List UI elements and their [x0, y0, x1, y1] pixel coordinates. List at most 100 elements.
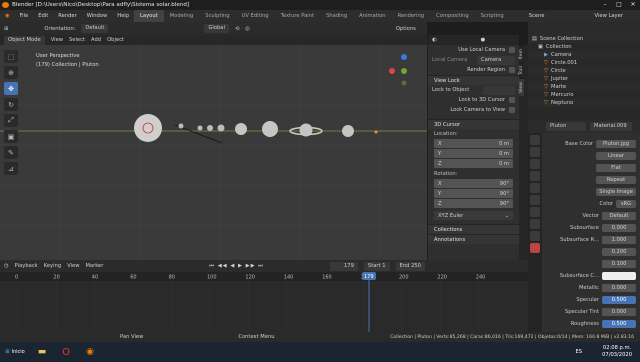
close-button[interactable]: ✕: [626, 0, 640, 10]
material-tab-icon[interactable]: [530, 243, 540, 253]
annotations-section[interactable]: Annotations: [428, 234, 519, 244]
scene-collection-row[interactable]: ▤ Scene Collection: [528, 35, 640, 43]
timeline-ruler[interactable]: 020406080100120140160180200220240 179: [0, 272, 528, 332]
maximize-button[interactable]: □: [612, 0, 626, 10]
mode-dropdown[interactable]: Object Mode: [4, 35, 45, 45]
start-frame-field[interactable]: Start 1: [363, 261, 390, 271]
menu-select[interactable]: Select: [69, 37, 85, 43]
tab-rendering[interactable]: Rendering: [392, 10, 431, 22]
transform-orientation-dropdown[interactable]: Global: [204, 24, 229, 33]
menu-add[interactable]: Add: [91, 37, 101, 43]
tab-item[interactable]: Item: [519, 45, 524, 63]
editor-type-icon[interactable]: ⊞: [4, 26, 8, 32]
tab-scripting[interactable]: Scripting: [475, 10, 510, 22]
interpolation-dropdown[interactable]: Linear: [596, 152, 636, 160]
view-lock-section[interactable]: View Lock: [428, 75, 519, 85]
cursor-rot-z[interactable]: Z 90°: [434, 199, 513, 208]
timeline-playback-menu[interactable]: Playback: [15, 263, 38, 269]
local-camera-field[interactable]: Camera: [477, 55, 515, 65]
collections-section[interactable]: Collections: [428, 224, 519, 234]
property-value[interactable]: 0.000: [602, 284, 636, 292]
scale-tool-icon[interactable]: ⤢: [4, 114, 18, 127]
property-value[interactable]: 0.100: [602, 260, 636, 268]
outliner-row[interactable]: ▽ Marte: [528, 83, 640, 91]
outliner-row[interactable]: ▽ Jupiter: [528, 75, 640, 83]
cursor-loc-z[interactable]: Z0 m: [434, 159, 513, 168]
cursor-loc-y[interactable]: Y0 m: [434, 149, 513, 158]
blender-menu-icon[interactable]: ◉: [0, 10, 15, 22]
end-frame-field[interactable]: End 250: [395, 261, 425, 271]
property-value[interactable]: 0.000: [602, 224, 636, 232]
cursor-loc-x[interactable]: X0 m: [434, 139, 513, 148]
outliner-row[interactable]: ▽ Circle: [528, 67, 640, 75]
proportional-edit-icon[interactable]: ◎: [245, 26, 250, 32]
annotate-tool-icon[interactable]: ✎: [4, 146, 18, 159]
outliner-row[interactable]: ▽ Mercurio: [528, 91, 640, 99]
rotate-tool-icon[interactable]: ↻: [4, 98, 18, 111]
clock[interactable]: 02:08 p.m. 07/03/2020: [602, 345, 632, 359]
opera-icon[interactable]: O: [54, 342, 78, 362]
outliner-row[interactable]: ▽ Circle.001: [528, 59, 640, 67]
playback-controls[interactable]: ⏮ ◀◀ ◀ ▶ ▶▶ ⏭: [209, 263, 264, 270]
timeline-marker-menu[interactable]: Marker: [85, 263, 103, 269]
property-value[interactable]: 0.500: [602, 320, 636, 328]
vector-field[interactable]: Default: [602, 212, 636, 220]
color-space-dropdown[interactable]: sRG: [616, 200, 636, 208]
menu-render[interactable]: Render: [53, 10, 81, 22]
render-tab-icon[interactable]: [530, 147, 540, 157]
3d-viewport[interactable]: [0, 45, 427, 260]
tab-layout[interactable]: Layout: [134, 10, 164, 22]
orientation-dropdown[interactable]: Default: [81, 24, 109, 33]
blender-icon[interactable]: ◉: [78, 342, 102, 362]
menu-edit[interactable]: Edit: [33, 10, 53, 22]
use-local-camera-checkbox[interactable]: [509, 47, 515, 53]
tab-view[interactable]: View: [519, 78, 524, 97]
property-value[interactable]: [602, 272, 636, 280]
language-indicator[interactable]: ES: [576, 349, 583, 355]
lock-3d-cursor-checkbox[interactable]: [509, 97, 515, 103]
scene-tab-icon[interactable]: [530, 171, 540, 181]
tool-tab-icon[interactable]: [530, 135, 540, 145]
menu-file[interactable]: File: [15, 10, 34, 22]
base-color-texture[interactable]: Pluton.jpg: [596, 140, 636, 148]
minimize-button[interactable]: –: [598, 0, 612, 10]
tab-texture-paint[interactable]: Texture Paint: [275, 10, 320, 22]
timeline-keying-menu[interactable]: Keying: [44, 263, 61, 269]
physics-tab-icon[interactable]: [530, 231, 540, 241]
tab-shading[interactable]: Shading: [320, 10, 353, 22]
world-tab-icon[interactable]: [530, 183, 540, 193]
modifier-tab-icon[interactable]: [530, 207, 540, 217]
projection-dropdown[interactable]: Flat: [596, 164, 636, 172]
property-value[interactable]: 0.000: [602, 308, 636, 316]
options-dropdown[interactable]: Options: [396, 26, 416, 32]
select-tool-icon[interactable]: ⬚: [4, 50, 18, 63]
output-tab-icon[interactable]: [530, 159, 540, 169]
cursor-rot-x[interactable]: X 90°: [434, 179, 513, 188]
measure-tool-icon[interactable]: ⊿: [4, 162, 18, 175]
tab-tool[interactable]: Tool: [519, 62, 524, 79]
rotation-mode-dropdown[interactable]: XYZ Euler ⌄: [434, 211, 513, 220]
outliner-row[interactable]: ▣ Collection: [528, 43, 640, 51]
object-tab-icon[interactable]: [530, 195, 540, 205]
tab-sculpting[interactable]: Sculpting: [199, 10, 235, 22]
material-name-field[interactable]: Material.009: [590, 122, 632, 131]
lock-camera-checkbox[interactable]: [509, 107, 515, 113]
cursor-tool-icon[interactable]: ⊕: [4, 66, 18, 79]
snap-icon[interactable]: ⟲: [235, 26, 239, 32]
current-frame-field[interactable]: 179: [329, 261, 358, 271]
extension-dropdown[interactable]: Repeat: [596, 176, 636, 184]
property-value[interactable]: 1.000: [602, 236, 636, 244]
tab-animation[interactable]: Animation: [353, 10, 391, 22]
view-layer-selector[interactable]: View Layer: [590, 10, 628, 22]
tab-uv-editing[interactable]: UV Editing: [236, 10, 275, 22]
overlay-icon[interactable]: ◐: [432, 37, 437, 43]
property-value[interactable]: 0.200: [602, 248, 636, 256]
tab-modeling[interactable]: Modeling: [164, 10, 200, 22]
start-button[interactable]: ⊞ Inicio: [0, 342, 30, 362]
menu-help[interactable]: Help: [112, 10, 134, 22]
scene-selector[interactable]: Scene: [524, 10, 550, 22]
cursor-rot-y[interactable]: Y 90°: [434, 189, 513, 198]
3d-cursor-section[interactable]: 3D Cursor: [428, 119, 519, 129]
tab-compositing[interactable]: Compositing: [430, 10, 475, 22]
outliner-row[interactable]: ▽ Neptuno: [528, 99, 640, 107]
